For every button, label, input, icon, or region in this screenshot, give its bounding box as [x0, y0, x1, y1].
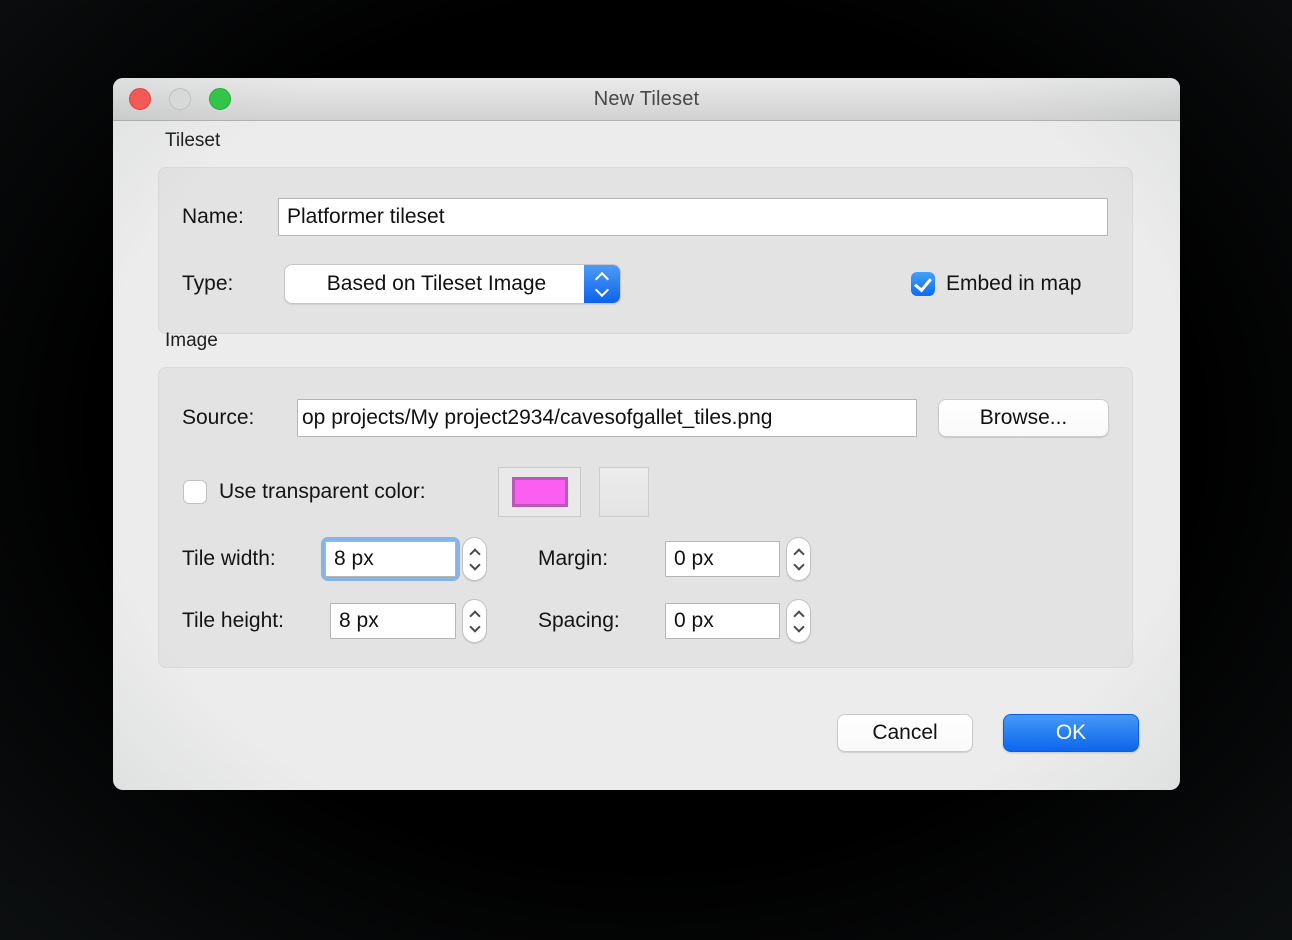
- ok-button[interactable]: OK: [1003, 714, 1139, 752]
- close-button[interactable]: [129, 88, 151, 110]
- transparent-color-swatch-button[interactable]: [498, 467, 581, 517]
- type-dropdown[interactable]: Based on Tileset Image: [284, 264, 621, 304]
- name-label: Name:: [182, 203, 244, 231]
- embed-in-map-label: Embed in map: [946, 270, 1081, 298]
- browse-button[interactable]: Browse...: [938, 399, 1109, 437]
- stepper-up-icon[interactable]: [793, 610, 804, 621]
- stepper-up-icon[interactable]: [469, 548, 480, 559]
- margin-stepper[interactable]: [786, 537, 811, 581]
- cancel-button-label: Cancel: [872, 721, 937, 745]
- checkmark-icon: [914, 273, 932, 292]
- spacing-stepper[interactable]: [786, 599, 811, 643]
- tile-width-label: Tile width:: [182, 545, 276, 573]
- window-controls: [129, 78, 231, 120]
- tileset-group-box: [158, 167, 1133, 334]
- window-title: New Tileset: [594, 88, 700, 111]
- stepper-down-icon[interactable]: [469, 621, 480, 632]
- spacing-input[interactable]: [665, 603, 780, 639]
- name-input[interactable]: [278, 198, 1108, 236]
- type-dropdown-value: Based on Tileset Image: [285, 272, 584, 296]
- cancel-button[interactable]: Cancel: [837, 714, 973, 752]
- source-input[interactable]: [297, 399, 917, 437]
- browse-button-label: Browse...: [980, 406, 1068, 430]
- tile-width-stepper[interactable]: [462, 537, 487, 581]
- stepper-up-icon[interactable]: [469, 610, 480, 621]
- margin-input[interactable]: [665, 541, 780, 577]
- color-swatch: [512, 477, 568, 507]
- tile-height-input[interactable]: [330, 603, 456, 639]
- use-transparent-color-checkbox[interactable]: [183, 480, 207, 504]
- tile-height-label: Tile height:: [182, 607, 284, 635]
- minimize-button: [169, 88, 191, 110]
- tile-width-focus-ring: [321, 537, 460, 581]
- color-picker-button[interactable]: [599, 467, 649, 517]
- image-group-label: Image: [165, 330, 218, 352]
- dropdown-arrows-icon: [584, 265, 620, 303]
- spacing-label: Spacing:: [538, 607, 620, 635]
- stepper-down-icon[interactable]: [793, 621, 804, 632]
- tile-width-input[interactable]: [325, 541, 456, 577]
- tileset-group-label: Tileset: [165, 130, 220, 152]
- margin-label: Margin:: [538, 545, 608, 573]
- stepper-up-icon[interactable]: [793, 548, 804, 559]
- use-transparent-color-label: Use transparent color:: [219, 478, 426, 506]
- stepper-down-icon[interactable]: [793, 559, 804, 570]
- title-bar[interactable]: New Tileset: [113, 78, 1180, 121]
- stepper-down-icon[interactable]: [469, 559, 480, 570]
- source-label: Source:: [182, 404, 254, 432]
- ok-button-label: OK: [1056, 721, 1086, 745]
- tile-height-stepper[interactable]: [462, 599, 487, 643]
- zoom-button[interactable]: [209, 88, 231, 110]
- new-tileset-dialog: New Tileset Tileset Name: Type: Based on…: [113, 78, 1180, 790]
- type-label: Type:: [182, 270, 233, 298]
- embed-in-map-checkbox[interactable]: [911, 272, 935, 296]
